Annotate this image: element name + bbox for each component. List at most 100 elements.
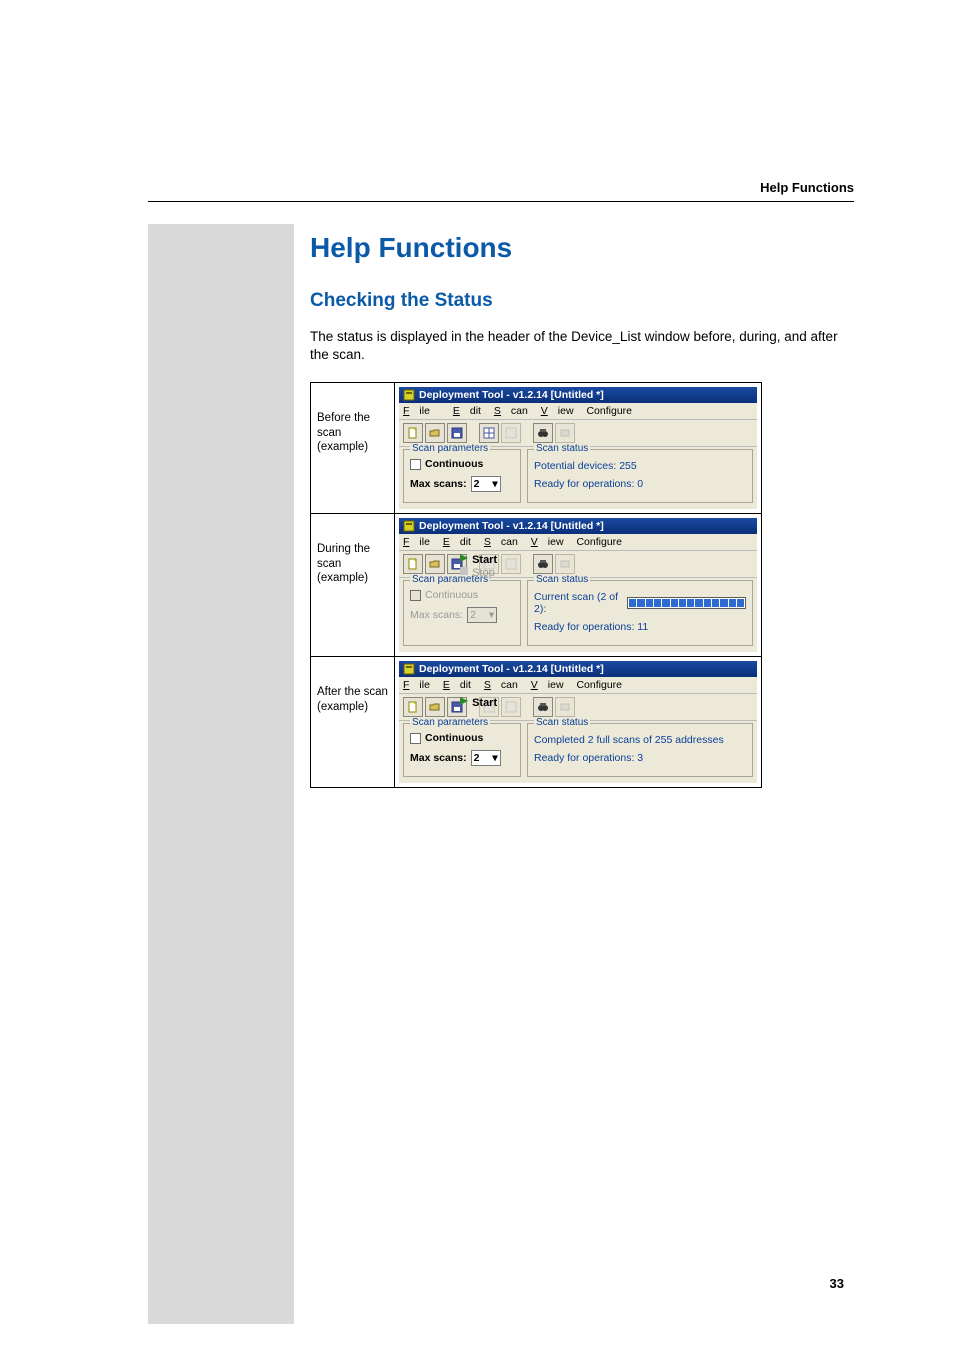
menu-view[interactable]: View xyxy=(531,536,564,548)
scan-status-legend: Scan status xyxy=(534,574,590,585)
screenshot-after: Deployment Tool - v1.2.14 [Untitled *] F… xyxy=(395,657,762,788)
grid2-icon xyxy=(501,554,521,574)
scan-parameters-group: Scan parameters Continuous Max scans: 2 xyxy=(403,580,521,646)
menu-scan[interactable]: Scan xyxy=(494,405,528,417)
open-icon[interactable] xyxy=(425,554,445,574)
menu-file[interactable]: File xyxy=(403,679,430,691)
menu-scan[interactable]: Scan xyxy=(484,536,518,548)
status-line-1: Potential devices: 255 xyxy=(534,460,746,472)
dropdown-icon: ▾ xyxy=(489,609,494,621)
play-icon xyxy=(459,553,469,563)
stop-icon xyxy=(459,566,469,576)
max-scans-value: 2 xyxy=(470,609,476,621)
menu-configure[interactable]: Configure xyxy=(576,679,622,691)
menu-item-start[interactable]: Start xyxy=(459,696,497,709)
table-row: Before the scan (example) Deployment Too… xyxy=(311,383,762,514)
continuous-checkbox-row[interactable]: Continuous xyxy=(410,732,514,744)
scan-status-group: Scan status Current scan (2 of 2): Ready… xyxy=(527,580,753,646)
new-icon[interactable] xyxy=(403,554,423,574)
menu-view[interactable]: View xyxy=(541,405,574,417)
status-examples-table: Before the scan (example) Deployment Too… xyxy=(310,382,762,788)
scan-parameters-legend: Scan parameters xyxy=(410,717,490,728)
menu-file[interactable]: File xyxy=(403,536,430,548)
binoculars-icon[interactable] xyxy=(533,697,553,717)
scan-status-legend: Scan status xyxy=(534,717,590,728)
menubar[interactable]: File Edit Scan View Configure xyxy=(399,677,757,694)
menu-file[interactable]: File xyxy=(403,405,440,417)
menu-configure[interactable]: Configure xyxy=(576,536,622,548)
scan-status-group: Scan status Completed 2 full scans of 25… xyxy=(527,723,753,777)
open-icon[interactable] xyxy=(425,697,445,717)
continuous-label: Continuous xyxy=(425,589,478,601)
max-scans-value: 2 xyxy=(474,478,480,490)
menu-item-start[interactable]: Start xyxy=(459,553,497,566)
continuous-label: Continuous xyxy=(425,732,483,744)
continuous-checkbox-row: Continuous xyxy=(410,589,514,601)
page-number: 33 xyxy=(830,1276,844,1291)
continuous-label: Continuous xyxy=(425,458,483,470)
menu-edit[interactable]: Edit xyxy=(453,405,481,417)
device-icon xyxy=(555,697,575,717)
row-label-during: During the scan (example) xyxy=(311,514,395,657)
max-scans-row[interactable]: Max scans: 2 ▾ xyxy=(410,476,514,492)
status-line-1: Current scan (2 of 2): xyxy=(534,591,746,615)
left-gray-margin xyxy=(148,224,294,1324)
grid-icon[interactable] xyxy=(479,423,499,443)
continuous-checkbox-row[interactable]: Continuous xyxy=(410,458,514,470)
app-icon xyxy=(403,389,415,401)
grid2-icon xyxy=(501,697,521,717)
menu-edit[interactable]: Edit xyxy=(443,536,471,548)
deployment-tool-window: Deployment Tool - v1.2.14 [Untitled *] F… xyxy=(399,518,757,652)
max-scans-label: Max scans: xyxy=(410,752,467,764)
page-title: Help Functions xyxy=(310,232,854,264)
row-label-before: Before the scan (example) xyxy=(311,383,395,514)
menu-view[interactable]: View xyxy=(531,679,564,691)
screenshot-during: Deployment Tool - v1.2.14 [Untitled *] F… xyxy=(395,514,762,657)
scan-status-legend: Scan status xyxy=(534,443,590,454)
max-scans-label: Max scans: xyxy=(410,609,463,621)
dropdown-icon[interactable]: ▾ xyxy=(492,752,497,764)
window-titlebar: Deployment Tool - v1.2.14 [Untitled *] xyxy=(399,518,757,534)
binoculars-icon[interactable] xyxy=(533,554,553,574)
status-line-2: Ready for operations: 11 xyxy=(534,621,746,633)
scan-dropdown-menu[interactable]: Start Stop xyxy=(459,553,497,579)
max-scans-spinner[interactable]: 2 ▾ xyxy=(471,750,501,766)
max-scans-row[interactable]: Max scans: 2 ▾ xyxy=(410,750,514,766)
menu-scan[interactable]: Scan xyxy=(484,679,518,691)
scan-dropdown-menu[interactable]: Start xyxy=(459,696,497,709)
window-titlebar: Deployment Tool - v1.2.14 [Untitled *] xyxy=(399,661,757,677)
window-title-text: Deployment Tool - v1.2.14 [Untitled *] xyxy=(419,389,604,401)
checkbox-icon[interactable] xyxy=(410,459,421,470)
dropdown-icon[interactable]: ▾ xyxy=(492,478,497,490)
intro-paragraph: The status is displayed in the header of… xyxy=(310,328,854,364)
scan-parameters-legend: Scan parameters xyxy=(410,443,490,454)
table-row: After the scan (example) Deployment Tool… xyxy=(311,657,762,788)
scan-parameters-group: Scan parameters Continuous Max scans: 2 xyxy=(403,723,521,777)
table-row: During the scan (example) Deployment Too… xyxy=(311,514,762,657)
window-titlebar: Deployment Tool - v1.2.14 [Untitled *] xyxy=(399,387,757,403)
deployment-tool-window: Deployment Tool - v1.2.14 [Untitled *] F… xyxy=(399,661,757,783)
menu-item-stop[interactable]: Stop xyxy=(459,566,497,579)
menu-configure[interactable]: Configure xyxy=(586,405,632,417)
binoculars-icon[interactable] xyxy=(533,423,553,443)
menu-edit[interactable]: Edit xyxy=(443,679,471,691)
checkbox-icon[interactable] xyxy=(410,733,421,744)
window-title-text: Deployment Tool - v1.2.14 [Untitled *] xyxy=(419,663,604,675)
menubar[interactable]: File Edit Scan View Configure xyxy=(399,403,757,420)
scan-status-group: Scan status Potential devices: 255 Ready… xyxy=(527,449,753,503)
running-header: Help Functions xyxy=(148,180,854,202)
new-icon[interactable] xyxy=(403,697,423,717)
open-icon[interactable] xyxy=(425,423,445,443)
save-icon[interactable] xyxy=(447,423,467,443)
new-icon[interactable] xyxy=(403,423,423,443)
menubar[interactable]: File Edit Scan View Configure xyxy=(399,534,757,551)
max-scans-value: 2 xyxy=(474,752,480,764)
max-scans-spinner[interactable]: 2 ▾ xyxy=(471,476,501,492)
max-scans-row: Max scans: 2 ▾ xyxy=(410,607,514,623)
max-scans-label: Max scans: xyxy=(410,478,467,490)
device-icon xyxy=(555,554,575,574)
device-icon xyxy=(555,423,575,443)
scan-parameters-group: Scan parameters Continuous Max scans: 2 xyxy=(403,449,521,503)
section-heading: Checking the Status xyxy=(310,290,854,312)
app-icon xyxy=(403,520,415,532)
